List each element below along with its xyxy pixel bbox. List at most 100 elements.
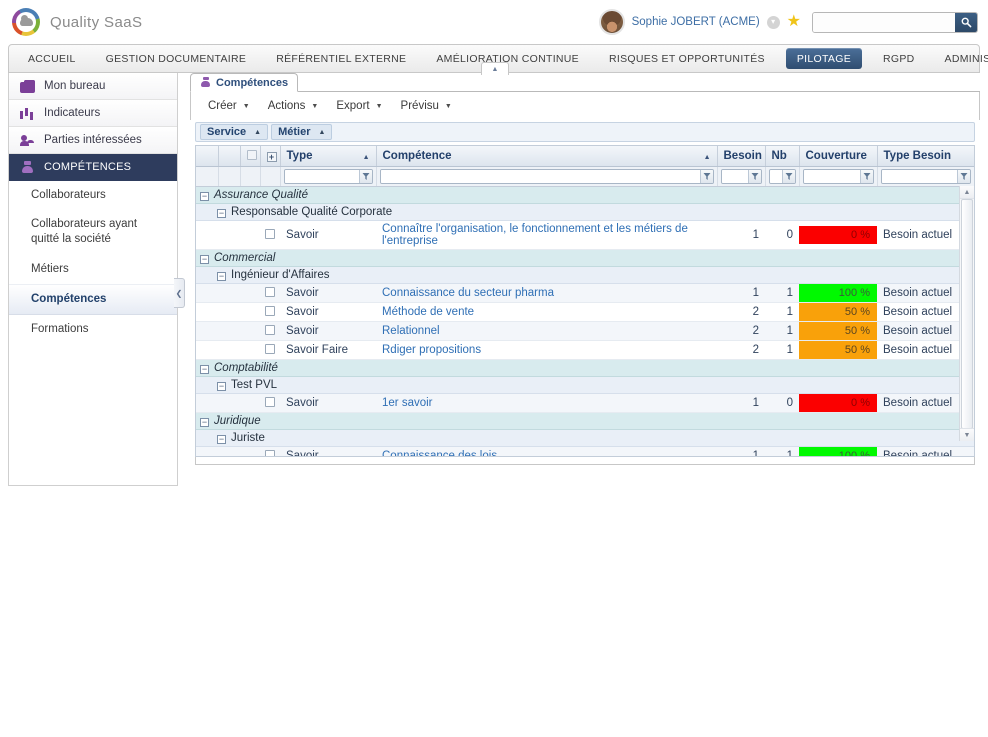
actions-menu-button[interactable]: Actions ▼: [259, 100, 328, 112]
cell-competence[interactable]: Rdiger propositions: [376, 340, 717, 360]
col-besoin[interactable]: Besoin: [717, 146, 766, 167]
row-checkbox-cell[interactable]: [260, 220, 280, 250]
export-menu-button[interactable]: Export ▼: [327, 100, 391, 112]
collapse-group-icon[interactable]: −: [200, 192, 209, 201]
search-input[interactable]: [813, 12, 955, 32]
sidebar-item-competences-sub[interactable]: Compétences: [9, 283, 177, 315]
collapse-group-icon[interactable]: −: [200, 255, 209, 264]
chevron-down-icon[interactable]: ▾: [766, 15, 780, 29]
competence-link[interactable]: Rdiger propositions: [382, 344, 481, 356]
table-row[interactable]: Savoir Connaître l'organisation, le fonct…: [196, 220, 974, 250]
sidebar-item-formations[interactable]: Formations: [9, 315, 177, 344]
sidebar-collapse-handle[interactable]: ❮: [174, 278, 185, 308]
nav-pilotage[interactable]: PILOTAGE: [785, 48, 862, 69]
cell-competence[interactable]: Méthode de vente: [376, 302, 717, 322]
scrollbar-thumb[interactable]: [961, 199, 973, 429]
cell-competence[interactable]: Relationnel: [376, 321, 717, 341]
sort-ascending-icon[interactable]: ▲: [319, 129, 326, 136]
collapse-group-icon[interactable]: −: [217, 272, 226, 281]
funnel-icon[interactable]: [358, 170, 372, 183]
row-select[interactable]: [240, 283, 260, 303]
filter-input-type-besoin[interactable]: [881, 170, 957, 183]
row-checkbox[interactable]: [265, 325, 275, 335]
funnel-icon[interactable]: [781, 170, 795, 183]
row-checkbox[interactable]: [265, 287, 275, 297]
col-type-besoin[interactable]: Type Besoin: [877, 146, 974, 167]
collapse-group-icon[interactable]: −: [200, 365, 209, 374]
row-select[interactable]: [240, 302, 260, 322]
user-avatar[interactable]: [598, 9, 625, 35]
competence-link[interactable]: Relationnel: [382, 325, 440, 337]
cell-competence[interactable]: 1er savoir: [376, 393, 717, 413]
row-select[interactable]: [240, 321, 260, 341]
user-name-label[interactable]: Sophie JOBERT (ACME): [632, 16, 760, 28]
search-icon[interactable]: [955, 12, 977, 32]
nav-rgpd[interactable]: RGPD: [868, 45, 930, 72]
funnel-icon[interactable]: [747, 170, 761, 183]
sidebar-item-mon-bureau[interactable]: Mon bureau: [9, 73, 177, 100]
row-checkbox-cell[interactable]: [260, 393, 280, 413]
row-checkbox-cell[interactable]: [260, 340, 280, 360]
filter-input-couverture[interactable]: [803, 170, 860, 183]
col-select-all[interactable]: [240, 146, 261, 167]
panel-collapse-button[interactable]: ▲: [481, 62, 509, 75]
col-competence[interactable]: Compétence ▲: [376, 146, 718, 167]
triangle-up-icon[interactable]: ▲: [960, 186, 974, 199]
col-nb[interactable]: Nb: [765, 146, 800, 167]
filter-input-nb[interactable]: [769, 170, 782, 183]
filter-input-besoin[interactable]: [721, 170, 748, 183]
collapse-group-icon[interactable]: −: [217, 209, 226, 218]
sort-ascending-icon[interactable]: ▲: [254, 129, 261, 136]
sidebar-item-metiers[interactable]: Métiers: [9, 255, 177, 284]
nav-referentiel-externe[interactable]: RÉFÉRENTIEL EXTERNE: [261, 45, 421, 72]
previsu-menu-button[interactable]: Prévisu ▼: [392, 100, 461, 112]
competence-link[interactable]: 1er savoir: [382, 397, 433, 409]
col-expand-all[interactable]: +: [260, 146, 281, 167]
collapse-group-icon[interactable]: −: [200, 418, 209, 427]
creer-menu-button[interactable]: Créer ▼: [199, 100, 259, 112]
nav-risques-opportunites[interactable]: RISQUES ET OPPORTUNITÉS: [594, 45, 780, 72]
sidebar-item-competences[interactable]: COMPÉTENCES: [9, 154, 177, 181]
table-row[interactable]: Savoir Faire Rdiger propositions 2 1 50 % Bes…: [196, 340, 974, 360]
sidebar-item-collaborateurs-quittes[interactable]: Collaborateurs ayant quitté la société: [9, 210, 177, 254]
table-row[interactable]: Savoir Relationnel 2 1 50 % Besoin actuel: [196, 321, 974, 341]
col-type[interactable]: Type ▲: [280, 146, 377, 167]
table-row[interactable]: Savoir Méthode de vente 2 1 50 % Besoin actue…: [196, 302, 974, 322]
nav-administration[interactable]: ADMINISTRATION: [930, 45, 988, 72]
expand-all-icon[interactable]: +: [266, 152, 277, 162]
cell-competence[interactable]: Connaître l'organisation, le fonctionnem…: [376, 220, 717, 250]
row-select[interactable]: [240, 393, 260, 413]
cell-competence[interactable]: Connaissance du secteur pharma: [376, 283, 717, 303]
select-all-checkbox[interactable]: [246, 150, 257, 160]
row-checkbox[interactable]: [265, 306, 275, 316]
group-chip-metier[interactable]: Métier ▲: [271, 124, 333, 140]
row-checkbox-cell[interactable]: [260, 302, 280, 322]
tab-competences[interactable]: Compétences: [190, 73, 299, 92]
brand-logo[interactable]: Quality SaaS: [0, 8, 142, 36]
triangle-down-icon[interactable]: ▼: [960, 428, 974, 441]
col-couverture[interactable]: Couverture: [799, 146, 878, 167]
nav-accueil[interactable]: ACCUEIL: [13, 45, 91, 72]
collapse-group-icon[interactable]: −: [217, 382, 226, 391]
table-row[interactable]: Savoir 1er savoir 1 0 0 % Besoin actuel: [196, 393, 974, 413]
sidebar-item-parties-interessees[interactable]: Parties intéressées: [9, 127, 177, 154]
row-checkbox[interactable]: [265, 344, 275, 354]
sidebar-item-collaborateurs[interactable]: Collaborateurs: [9, 181, 177, 210]
funnel-icon[interactable]: [859, 170, 873, 183]
filter-input-type[interactable]: [284, 170, 359, 183]
nav-gestion-documentaire[interactable]: GESTION DOCUMENTAIRE: [91, 45, 262, 72]
row-checkbox-cell[interactable]: [260, 321, 280, 341]
competence-link[interactable]: Connaître l'organisation, le fonctionnem…: [382, 223, 688, 247]
row-checkbox[interactable]: [265, 397, 275, 407]
row-select[interactable]: [240, 220, 260, 250]
competence-link[interactable]: Méthode de vente: [382, 306, 474, 318]
row-checkbox-cell[interactable]: [260, 283, 280, 303]
row-checkbox[interactable]: [265, 229, 275, 239]
filter-input-competence[interactable]: [380, 170, 700, 183]
table-row[interactable]: Savoir Connaissance du secteur pharma 1 1 10…: [196, 283, 974, 303]
row-select[interactable]: [240, 340, 260, 360]
competence-link[interactable]: Connaissance du secteur pharma: [382, 287, 554, 299]
vertical-scrollbar[interactable]: ▲ ▼: [959, 186, 974, 441]
funnel-icon[interactable]: [957, 170, 970, 183]
funnel-icon[interactable]: [699, 170, 713, 183]
